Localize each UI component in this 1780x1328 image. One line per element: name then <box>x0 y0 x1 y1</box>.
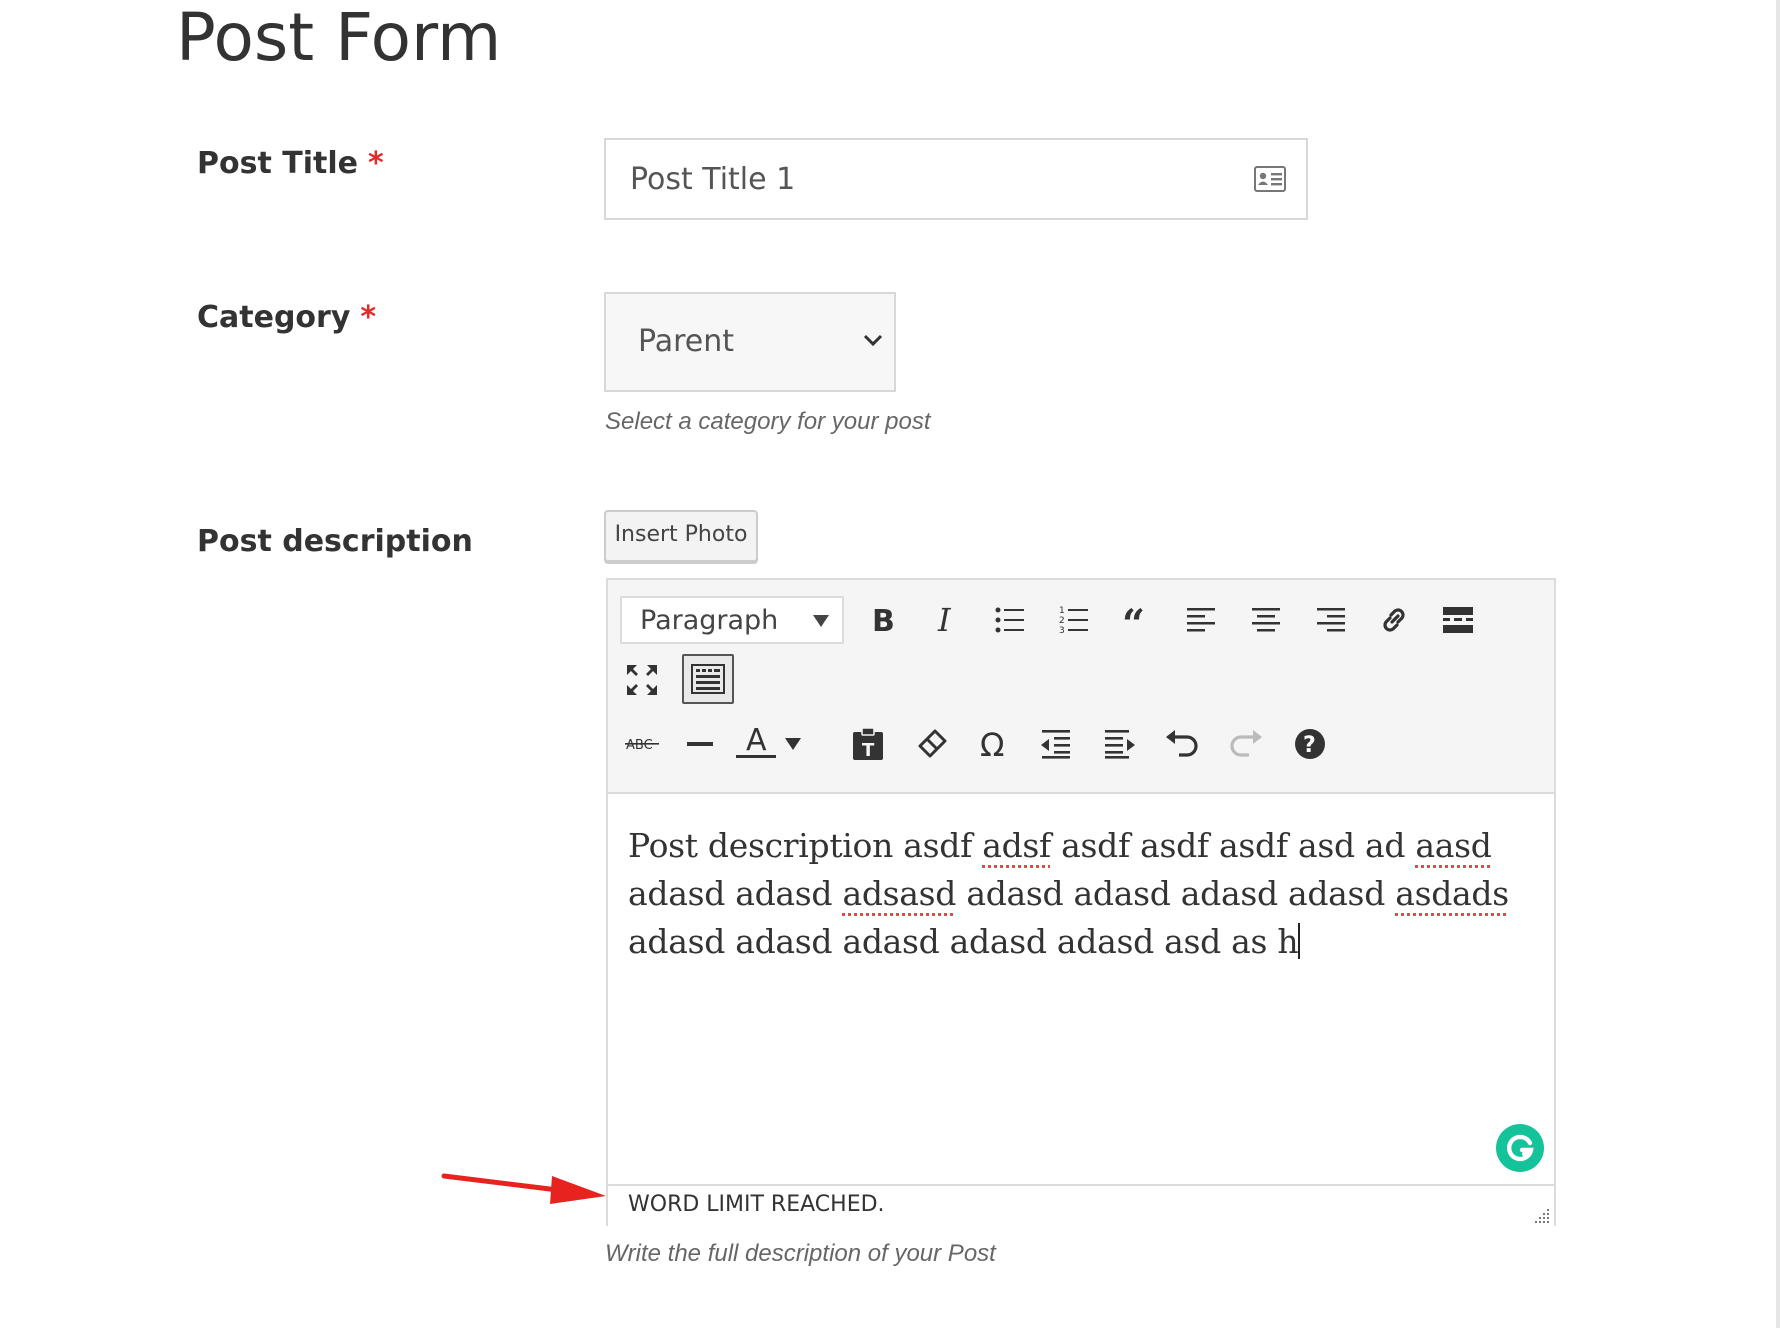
content-text: adasd adasd <box>628 874 843 913</box>
post-description-label: Post description <box>197 524 473 559</box>
content-text: Post description asdf <box>628 826 983 865</box>
category-selected-value: Parent <box>638 324 735 359</box>
svg-text:Ω: Ω <box>980 728 1004 760</box>
dropdown-arrow-icon <box>813 615 829 627</box>
annotation-arrow-icon <box>441 1173 606 1204</box>
svg-text:3: 3 <box>1059 626 1065 635</box>
text-caret <box>1298 923 1301 959</box>
undo-icon <box>1166 730 1198 757</box>
text-color-button[interactable]: A <box>736 722 776 762</box>
editor-content-area[interactable]: Post description asdf adsf asdf asdf asd… <box>628 822 1528 966</box>
bold-button[interactable]: B <box>862 600 902 640</box>
align-center-icon <box>1252 608 1280 632</box>
strikethrough-icon: ABC <box>625 738 659 753</box>
category-label: Category * <box>197 300 376 335</box>
horizontal-line-button[interactable] <box>680 724 720 764</box>
align-right-icon <box>1317 608 1345 632</box>
bullet-list-button[interactable] <box>990 600 1030 640</box>
description-help-text: Write the full description of your Post <box>605 1240 996 1267</box>
numbered-list-icon: 123 <box>1059 606 1088 635</box>
text-color-dropdown[interactable] <box>778 724 808 764</box>
special-character-button[interactable]: Ω <box>974 724 1014 764</box>
grammarly-button[interactable] <box>1496 1124 1544 1172</box>
read-more-icon <box>1443 607 1473 633</box>
chevron-down-icon <box>863 334 883 347</box>
help-icon: ? <box>1295 729 1325 759</box>
redo-button[interactable] <box>1226 724 1266 764</box>
blockquote-icon: “ <box>1122 606 1145 634</box>
required-marker: * <box>360 300 377 335</box>
category-label-text: Category <box>197 300 351 335</box>
word-limit-status: WORD LIMIT REACHED. <box>628 1192 885 1217</box>
toolbar-toggle-button[interactable] <box>682 654 734 704</box>
misspelled-word: aasd <box>1415 826 1492 865</box>
paste-as-text-icon: T <box>853 727 883 761</box>
text-color-icon: A <box>736 723 776 758</box>
editor-toolbar: Paragraph B I 123 “ ABC A T Ω ? <box>608 580 1554 794</box>
svg-text:?: ? <box>1303 733 1316 758</box>
svg-text:I: I <box>937 604 952 636</box>
format-select[interactable]: Paragraph <box>620 596 844 644</box>
insert-photo-button[interactable]: Insert Photo <box>604 510 758 562</box>
grammarly-icon <box>1507 1134 1534 1162</box>
undo-button[interactable] <box>1162 724 1202 764</box>
indent-icon <box>1105 730 1135 759</box>
post-title-label-text: Post Title <box>197 146 358 181</box>
italic-button[interactable]: I <box>926 600 966 640</box>
misspelled-word: adsf <box>982 826 1051 865</box>
post-title-label: Post Title * <box>197 146 384 181</box>
contact-card-icon <box>1254 166 1286 192</box>
fullscreen-icon <box>627 665 657 695</box>
indent-button[interactable] <box>1100 724 1140 764</box>
align-left-icon <box>1187 608 1215 632</box>
bullet-list-icon <box>995 607 1024 633</box>
read-more-button[interactable] <box>1438 600 1478 640</box>
align-right-button[interactable] <box>1310 600 1350 640</box>
svg-text:“: “ <box>1122 606 1145 634</box>
clear-formatting-icon <box>918 729 947 758</box>
content-text: asdf asdf asdf asd ad <box>1050 826 1416 865</box>
editor-statusbar: WORD LIMIT REACHED. <box>608 1184 1554 1226</box>
misspelled-word: asdads <box>1395 874 1509 913</box>
svg-text:T: T <box>862 740 875 761</box>
category-help-text: Select a category for your post <box>605 408 931 435</box>
horizontal-line-icon <box>687 742 713 746</box>
outdent-button[interactable] <box>1036 724 1076 764</box>
special-character-icon: Ω <box>980 728 1004 760</box>
redo-icon <box>1230 730 1262 757</box>
resize-handle-icon[interactable] <box>1532 1206 1550 1224</box>
page-title: Post Form <box>176 0 502 76</box>
paste-as-text-button[interactable]: T <box>848 724 888 764</box>
align-left-button[interactable] <box>1182 600 1222 640</box>
text-color-dropdown-icon <box>785 738 801 750</box>
italic-icon: I <box>937 604 952 636</box>
toolbar-toggle-icon <box>691 664 725 694</box>
numbered-list-button[interactable]: 123 <box>1054 600 1094 640</box>
scrollbar[interactable] <box>1776 0 1780 1328</box>
svg-text:A: A <box>746 723 767 758</box>
clear-formatting-button[interactable] <box>912 724 952 764</box>
post-title-input[interactable] <box>606 140 1246 218</box>
bold-icon: B <box>872 604 895 636</box>
outdent-icon <box>1041 730 1070 759</box>
link-icon <box>1383 608 1405 632</box>
svg-text:2: 2 <box>1059 616 1065 626</box>
format-selected-value: Paragraph <box>640 605 779 636</box>
svg-text:B: B <box>872 604 895 636</box>
help-button[interactable]: ? <box>1290 724 1330 764</box>
svg-text:ABC: ABC <box>626 738 653 753</box>
content-text: adasd adasd adasd adasd adasd asd as h <box>628 922 1299 961</box>
misspelled-word: adsasd <box>842 874 957 913</box>
post-title-field[interactable] <box>604 138 1308 220</box>
link-button[interactable] <box>1374 600 1414 640</box>
blockquote-button[interactable]: “ <box>1118 600 1158 640</box>
strikethrough-button[interactable]: ABC <box>622 724 662 764</box>
fullscreen-button[interactable] <box>622 660 662 700</box>
category-select[interactable]: Parent <box>604 292 896 392</box>
content-text: adasd adasd adasd adasd <box>956 874 1396 913</box>
rich-text-editor: Paragraph B I 123 “ ABC A T Ω ? Post des… <box>606 578 1556 1226</box>
align-center-button[interactable] <box>1246 600 1286 640</box>
required-marker: * <box>367 146 384 181</box>
svg-text:1: 1 <box>1059 606 1065 616</box>
